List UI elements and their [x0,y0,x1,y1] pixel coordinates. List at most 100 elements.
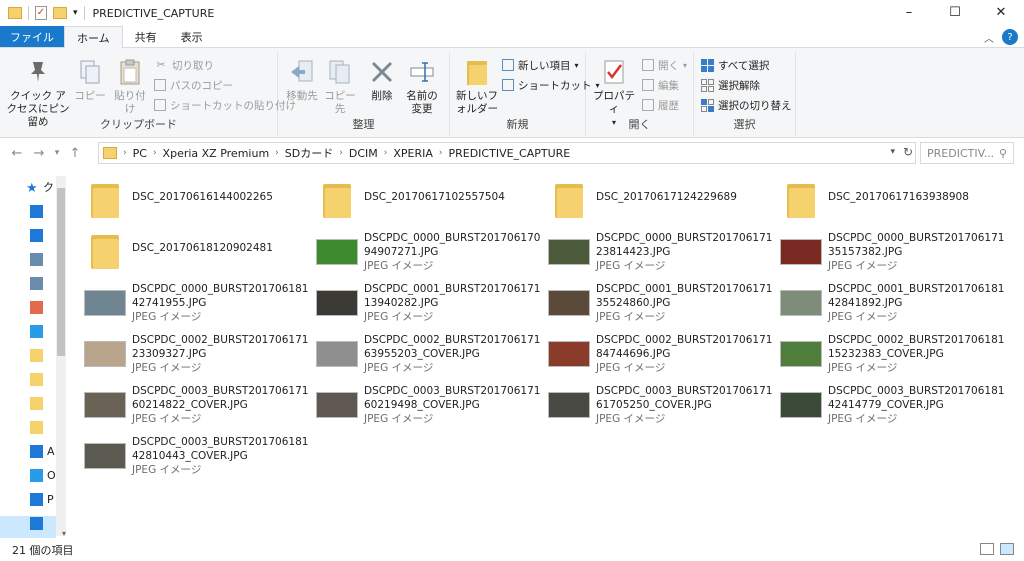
file-type: JPEG イメージ [364,311,434,323]
move-to-button[interactable]: 移動先 [284,56,320,103]
new-item-button[interactable]: 新しい項目 ▾ [502,56,579,74]
new-folder-icon[interactable] [53,7,67,19]
file-name: DSCPDC_0003_BURST20170618142810443_COVER… [132,436,309,462]
group-label-new: 新規 [506,118,529,131]
forward-button[interactable]: → [28,146,50,161]
file-item[interactable]: DSCPDC_0000_BURST20170617094907271.JPG JP… [316,227,548,278]
folder-item[interactable]: DSC_20170617124229689 [548,176,780,227]
file-item[interactable]: DSCPDC_0001_BURST20170617113940282.JPG JP… [316,278,548,329]
tab-share[interactable]: 共有 [123,26,169,47]
folder-item[interactable]: DSC_20170616144002265 [84,176,316,227]
scissors-icon: ✂ [156,59,166,71]
new-folder-label: 新しいフォルダー [456,90,498,115]
pictures-icon [30,276,43,290]
qat-dropdown-icon[interactable]: ▾ [73,8,78,18]
recent-locations-button[interactable]: ▾ [50,148,64,158]
image-thumbnail [84,384,126,426]
new-folder-button[interactable]: 新しいフォルダー [454,56,500,116]
edit-button[interactable]: 編集 [642,76,679,94]
file-item[interactable]: DSCPDC_0002_BURST20170617163955203_COVER… [316,329,548,380]
breadcrumb-dcim[interactable]: DCIM [349,147,378,160]
select-all-button[interactable]: すべて選択 [700,56,769,74]
breadcrumb-separator[interactable]: › [123,148,127,158]
file-meta: DSCPDC_0001_BURST20170618142841892.JPG JP… [828,282,1008,324]
large-icons-view-icon[interactable] [1000,543,1014,555]
breadcrumb-separator[interactable]: › [339,148,343,158]
tab-home[interactable]: ホーム [64,26,123,48]
file-item[interactable]: DSCPDC_0003_BURST20170617160219498_COVER… [316,380,548,431]
file-item[interactable]: DSCPDC_0000_BURST20170617123814423.JPG JP… [548,227,780,278]
back-button[interactable]: ← [6,146,28,161]
maximize-button[interactable]: ☐ [932,0,978,24]
file-type: JPEG イメージ [132,311,202,323]
group-label-clipboard: クリップボード [100,118,177,131]
breadcrumb-separator[interactable]: › [384,148,388,158]
refresh-icon[interactable]: ↻ [903,145,913,159]
delete-button[interactable]: 削除 [366,56,398,103]
file-item[interactable]: DSCPDC_0000_BURST20170618142741955.JPG JP… [84,278,316,329]
scroll-down-icon[interactable]: ▾ [62,529,66,538]
folder-icon [30,420,43,434]
file-item[interactable]: DSCPDC_0003_BURST20170618142810443_COVER… [84,431,316,482]
breadcrumb-device[interactable]: Xperia XZ Premium [163,147,270,160]
file-item[interactable]: DSCPDC_0001_BURST20170618142841892.JPG JP… [780,278,1012,329]
breadcrumb-separator[interactable]: › [153,148,157,158]
folder-icon [316,180,358,222]
nav-item-label: A [47,444,55,458]
scrollbar-thumb[interactable] [57,188,65,356]
shortcut-label: ショートカット [518,79,592,92]
nav-item-label: ク [43,181,54,194]
address-dropdown-icon[interactable]: ▾ [890,147,895,157]
onedrive-icon [30,324,43,338]
chevron-up-icon[interactable]: ︿ [984,30,994,45]
tab-file[interactable]: ファイル [0,26,64,47]
file-type: JPEG イメージ [596,362,666,374]
breadcrumb-sdcard[interactable]: SDカード [285,145,333,161]
history-button[interactable]: 履歴 [642,96,679,114]
file-type: JPEG イメージ [828,413,898,425]
breadcrumb-current[interactable]: PREDICTIVE_CAPTURE [448,147,570,160]
breadcrumb-pc[interactable]: PC [133,147,147,160]
file-item[interactable]: DSCPDC_0000_BURST20170617135157382.JPG JP… [780,227,1012,278]
invert-selection-button[interactable]: 選択の切り替え [700,96,792,114]
details-view-icon[interactable] [980,543,994,555]
copy-button[interactable]: コピー [74,56,106,103]
shortcut-button[interactable]: ショートカット ▾ [502,76,600,94]
breadcrumb-separator[interactable]: › [439,148,443,158]
file-name: DSCPDC_0000_BURST20170617123814423.JPG [596,232,773,258]
copy-path-button[interactable]: パスのコピー [154,76,233,94]
open-button[interactable]: 開く ▾ [642,56,687,74]
file-item[interactable]: DSCPDC_0003_BURST20170617160214822_COVER… [84,380,316,431]
navpane-scrollbar[interactable] [56,176,66,536]
new-item-icon [502,59,514,71]
file-item[interactable]: DSCPDC_0001_BURST20170617135524860.JPG JP… [548,278,780,329]
file-item[interactable]: DSCPDC_0002_BURST20170617123309327.JPG JP… [84,329,316,380]
select-none-button[interactable]: 選択解除 [700,76,760,94]
file-name: DSC_20170617124229689 [596,191,737,203]
search-input[interactable]: PREDICTIV... ⚲ [920,142,1014,164]
file-item[interactable]: DSCPDC_0003_BURST20170617161705250_COVER… [548,380,780,431]
help-icon[interactable]: ? [1002,29,1018,45]
tab-view[interactable]: 表示 [169,26,215,47]
close-button[interactable]: ✕ [978,0,1024,24]
file-item[interactable]: DSCPDC_0002_BURST20170617184744696.JPG JP… [548,329,780,380]
copy-to-button[interactable]: コピー先 [322,56,358,116]
paste-button[interactable]: 貼り付け [110,56,150,116]
rename-button[interactable]: 名前の変更 [402,56,442,116]
minimize-button[interactable]: – [886,0,932,24]
breadcrumb-separator[interactable]: › [275,148,279,158]
cut-button[interactable]: ✂ 切り取り [154,56,214,74]
paste-shortcut-button[interactable]: ショートカットの貼り付け [154,96,296,114]
up-button[interactable]: ↑ [64,146,86,161]
properties-check-icon[interactable]: ✓ [35,6,47,20]
folder-item[interactable]: DSC_20170617102557504 [316,176,548,227]
folder-item[interactable]: DSC_20170617163938908 [780,176,1012,227]
address-bar[interactable]: › PC › Xperia XZ Premium › SDカード › DCIM … [98,142,916,164]
file-item[interactable]: DSCPDC_0002_BURST20170618115232383_COVER… [780,329,1012,380]
breadcrumb-xperia[interactable]: XPERIA [393,147,433,160]
folder-item[interactable]: DSC_20170618120902481 [84,227,316,278]
file-item[interactable]: DSCPDC_0003_BURST20170618142414779_COVER… [780,380,1012,431]
folder-icon[interactable] [8,7,22,19]
group-open: プロパティ ▾ 開く ▾ 編集 履歴 開く [586,52,694,136]
file-type: JPEG イメージ [132,413,202,425]
